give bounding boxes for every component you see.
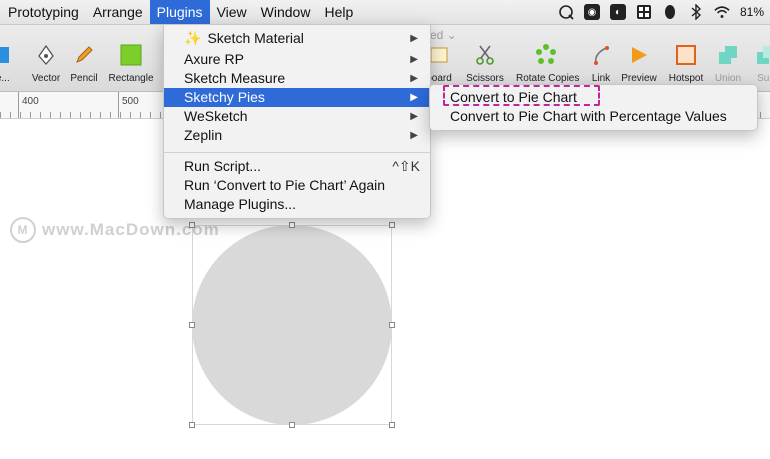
scissors-icon (474, 44, 496, 69)
submenu-arrow-icon: ▶ (410, 73, 418, 84)
menu-item-label: Sketchy Pies (184, 89, 265, 105)
status-area: ◉ ◐ 81% (558, 0, 770, 24)
resize-handle-top-left[interactable] (189, 222, 195, 228)
keyboard-shortcut: ^⇧K (392, 158, 420, 174)
resize-handle-bottom[interactable] (289, 422, 295, 428)
menu-view[interactable]: View (210, 0, 254, 24)
menu-item-run-script[interactable]: Run Script... ^⇧K (164, 157, 430, 176)
rotate-copies-icon (534, 43, 558, 70)
menu-plugins[interactable]: Plugins (149, 0, 210, 24)
menu-item-label: Sketch Measure (184, 70, 286, 86)
tool-rectangle[interactable]: Rectangle (101, 43, 161, 84)
menu-item-label: Run ‘Convert to Pie Chart’ Again (184, 177, 386, 193)
submenu-arrow-icon: ▶ (410, 111, 418, 122)
menu-item-manage-plugins[interactable]: Manage Plugins... (164, 195, 430, 214)
submenu-item-convert-to-pie-chart[interactable]: Convert to Pie Chart (430, 88, 757, 107)
menu-window[interactable]: Window (254, 0, 318, 24)
tool-scissors[interactable]: Scissors (455, 43, 515, 84)
plugins-dropdown-menu: ✨ Sketch Material ▶ Axure RP ▶ Sketch Mea… (163, 24, 431, 219)
menu-bar: Prototyping Arrange Plugins View Window … (0, 0, 770, 25)
image-icon (0, 44, 11, 69)
menu-separator (164, 152, 430, 153)
resize-handle-right[interactable] (389, 322, 395, 328)
bluetooth-icon[interactable] (688, 4, 704, 20)
display-mirror-icon[interactable] (558, 4, 574, 20)
menu-item-label: Convert to Pie Chart (450, 89, 577, 105)
menu-item-sketch-material[interactable]: ✨ Sketch Material ▶ (164, 29, 430, 48)
app-status-icon[interactable]: ◉ (583, 4, 600, 20)
artboard-icon (428, 44, 450, 69)
resize-handle-bottom-right[interactable] (389, 422, 395, 428)
resize-handle-top[interactable] (289, 222, 295, 228)
ruler-label: 500 (122, 96, 139, 107)
hotspot-icon (675, 44, 697, 69)
battery-percentage: 81% (739, 5, 764, 19)
menu-item-label: Manage Plugins... (184, 196, 297, 212)
grid-app-icon[interactable] (636, 4, 652, 20)
menu-item-label: Convert to Pie Chart with Percentage Val… (450, 108, 727, 124)
submenu-arrow-icon: ▶ (410, 33, 418, 44)
macdown-logo-icon: M (10, 217, 36, 243)
menu-item-sketch-measure[interactable]: Sketch Measure ▶ (164, 69, 430, 88)
tool-subtract[interactable]: Sub (736, 43, 770, 84)
submenu-arrow-icon: ▶ (410, 92, 418, 103)
submenu-arrow-icon: ▶ (410, 54, 418, 65)
menu-item-wesketch[interactable]: WeSketch ▶ (164, 107, 430, 126)
menu-arrange[interactable]: Arrange (86, 0, 150, 24)
play-icon (628, 44, 650, 69)
resize-handle-top-right[interactable] (389, 222, 395, 228)
rectangle-icon (120, 44, 142, 69)
menu-item-label: Axure RP (184, 51, 244, 67)
menu-help[interactable]: Help (317, 0, 360, 24)
tool-label: Sub (757, 73, 770, 84)
menu-item-label: Run Script... (184, 158, 262, 174)
pencil-icon (73, 44, 95, 69)
selection-bounds (192, 225, 392, 425)
menu-item-run-again[interactable]: Run ‘Convert to Pie Chart’ Again (164, 176, 430, 195)
menu-item-label: Zeplin (184, 127, 223, 143)
resize-handle-bottom-left[interactable] (189, 422, 195, 428)
submenu-item-convert-with-percentages[interactable]: Convert to Pie Chart with Percentage Val… (430, 107, 757, 126)
ruler-major-tick (18, 92, 19, 118)
tool-label: Rotate Copies (516, 73, 580, 84)
menu-item-label: WeSketch (184, 108, 248, 124)
submenu-arrow-icon: ▶ (410, 130, 418, 141)
menu-item-axure-rp[interactable]: Axure RP ▶ (164, 50, 430, 69)
menu-item-sketchy-pies[interactable]: Sketchy Pies ▶ (164, 88, 430, 107)
qq-penguin-icon[interactable] (662, 4, 678, 20)
sparkle-icon: ✨ (184, 30, 202, 46)
watermark: M www.MacDown.com (10, 217, 220, 243)
subtract-icon (755, 44, 770, 69)
contrast-icon[interactable]: ◐ (609, 4, 626, 20)
ruler-major-tick (118, 92, 119, 118)
resize-handle-left[interactable] (189, 322, 195, 328)
menu-prototyping[interactable]: Prototyping (0, 0, 86, 24)
sketchy-pies-submenu: Convert to Pie Chart Convert to Pie Char… (429, 84, 758, 131)
tool-label: Scissors (466, 73, 504, 84)
menu-item-label: Sketch Material (207, 30, 304, 46)
wifi-icon[interactable] (714, 4, 730, 20)
menu-item-zeplin[interactable]: Zeplin ▶ (164, 126, 430, 145)
tool-rotate-copies[interactable]: Rotate Copies (516, 43, 580, 84)
tool-label: Rectangle (108, 73, 154, 84)
ruler-label: 400 (22, 96, 39, 107)
